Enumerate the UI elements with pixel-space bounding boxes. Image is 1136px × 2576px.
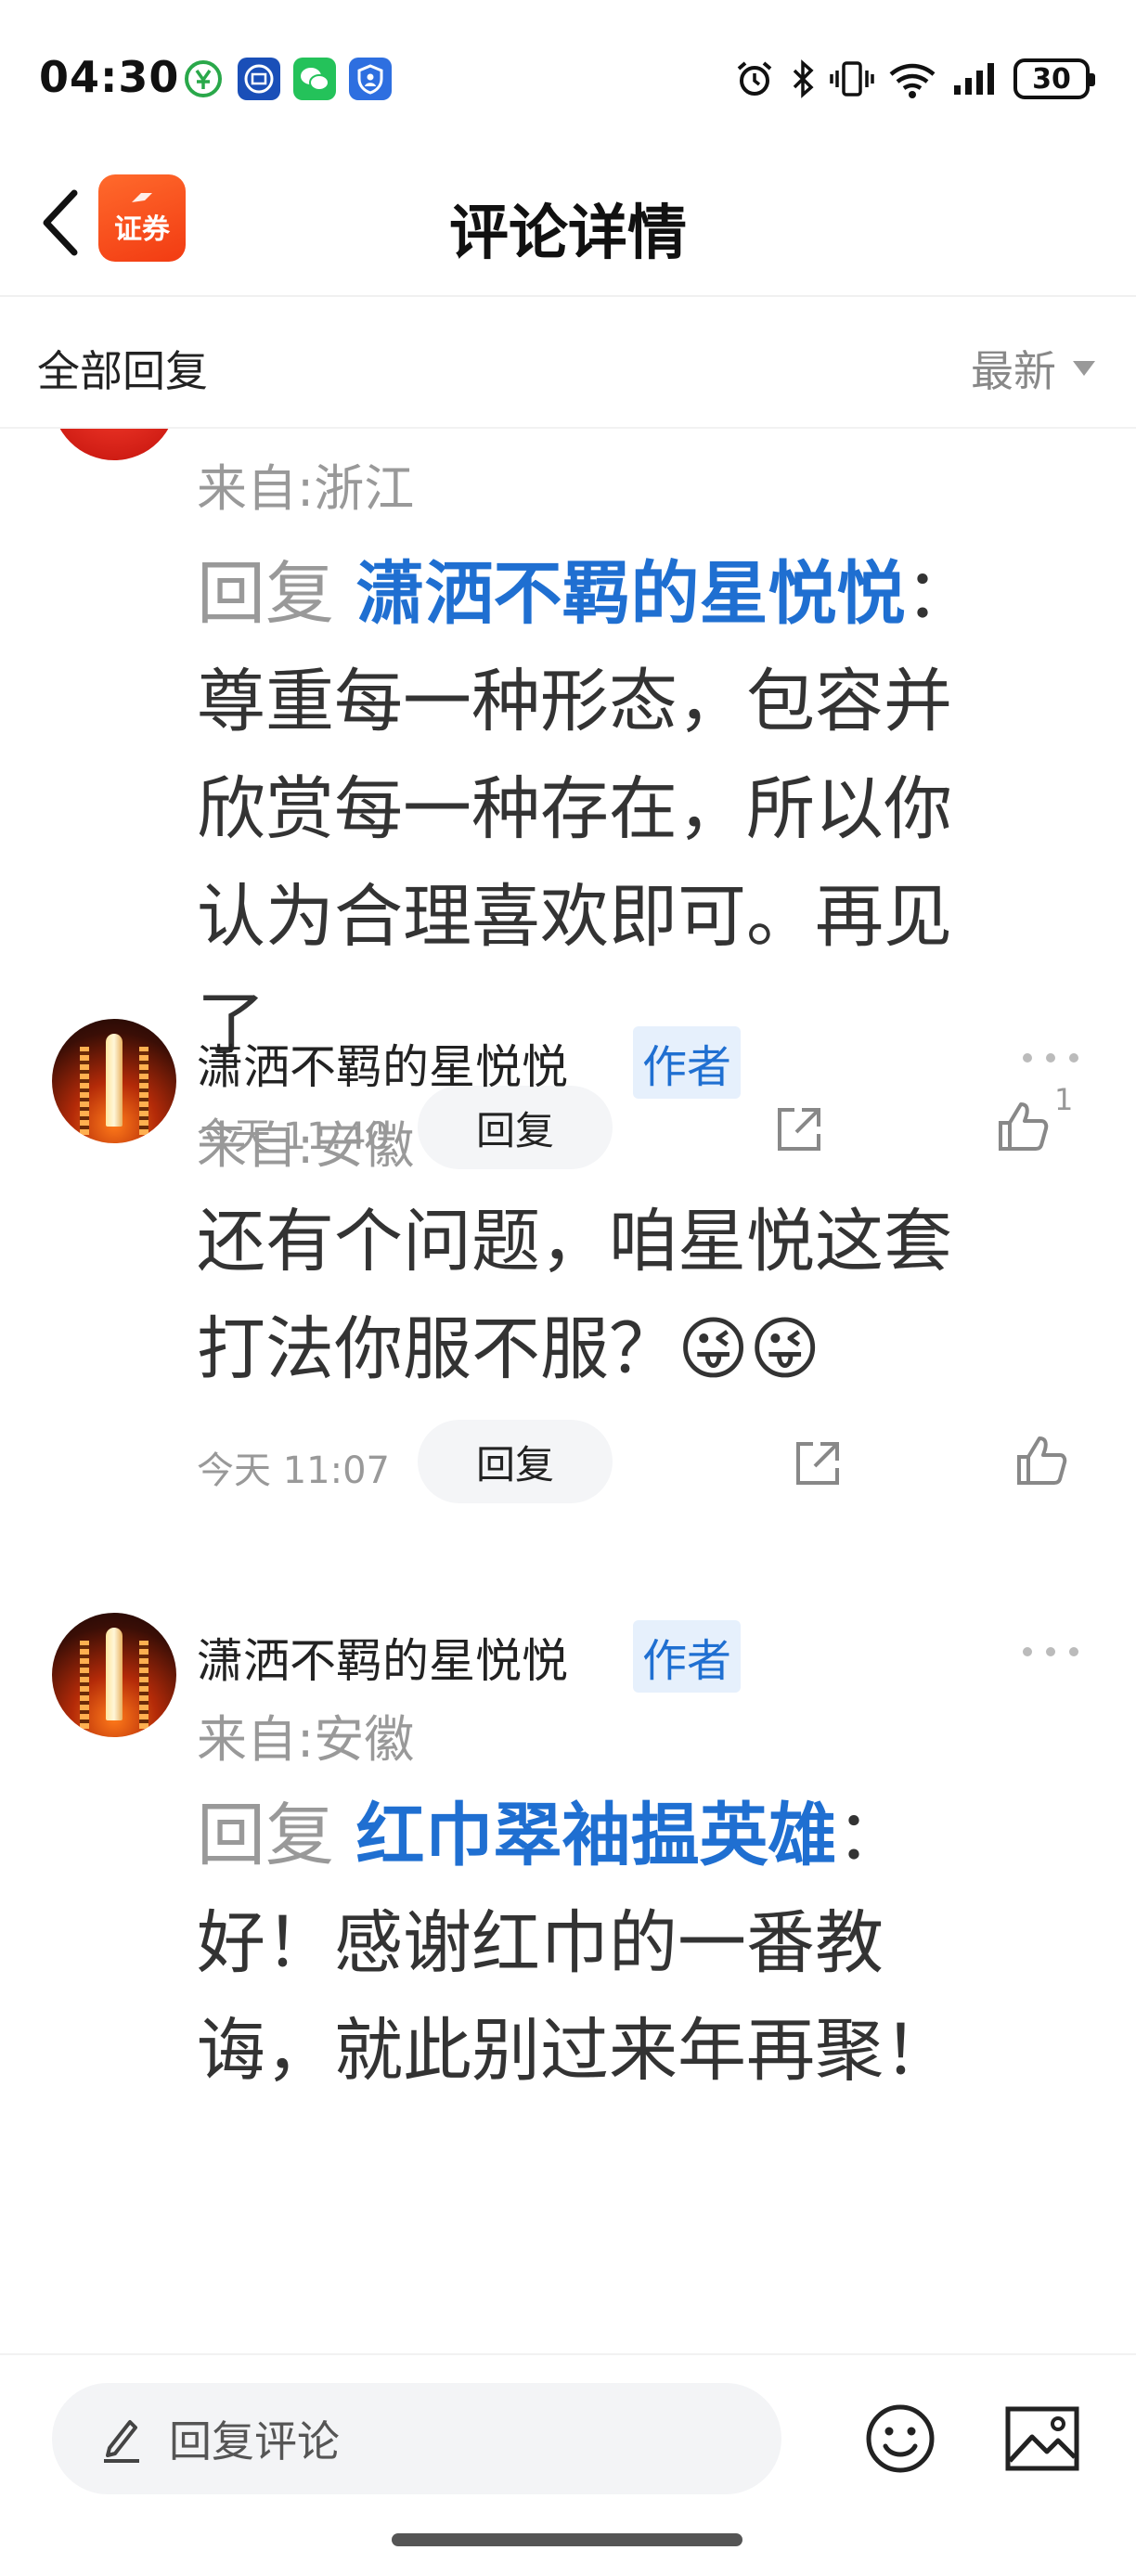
rocket-tower-shape <box>80 1641 89 1729</box>
thumbs-up-icon[interactable] <box>995 1099 1051 1154</box>
comment-line: 回复 潇洒不羁的星悦悦： <box>197 540 1051 648</box>
rocket-tower-shape <box>139 1641 148 1729</box>
reply-prefix: 回复 <box>197 554 334 634</box>
reply-button[interactable]: 回复 <box>418 1420 613 1503</box>
comment-body: 还有个问题，咱星悦这套 打法你服不服？😜😜 <box>197 1188 1051 1403</box>
reply-prefix: 回复 <box>197 1796 334 1875</box>
username[interactable]: 潇洒不羁的星悦悦 <box>197 1624 568 1691</box>
comment-line: 回复 红巾翠袖揾英雄： <box>197 1782 1051 1889</box>
status-bar: 04:30 30 <box>0 0 1136 148</box>
rocket-icon <box>106 1628 123 1720</box>
bank-notification-icon <box>238 58 280 100</box>
comment-meta: 今天 11:07 回复 <box>197 1420 1088 1503</box>
reply-target-link[interactable]: 红巾翠袖揾英雄 <box>356 1796 837 1875</box>
avatar[interactable] <box>52 429 176 460</box>
emoji-icon[interactable] <box>863 2402 937 2476</box>
comment-line: 尊重每一种形态，包容并 <box>197 662 952 741</box>
comment-line: 还有个问题，咱星悦这套 <box>197 1202 952 1282</box>
sort-bar: 全部回复 最新 <box>0 299 1136 429</box>
comment-line: 好！感谢红巾的一番教 <box>197 1903 884 1983</box>
wechat-notification-icon <box>293 58 336 100</box>
rocket-icon <box>106 1034 123 1127</box>
page-title: 评论详情 <box>449 200 687 268</box>
bottom-input-bar: 回复评论 <box>0 2353 1136 2576</box>
battery-indicator: 30 <box>1013 58 1095 99</box>
more-options-icon[interactable] <box>1023 1642 1078 1661</box>
reply-target-link[interactable]: 潇洒不羁的星悦悦 <box>356 554 906 634</box>
system-icons: 30 <box>733 58 1095 100</box>
avatar[interactable] <box>52 1613 176 1737</box>
comment-input[interactable]: 回复评论 <box>52 2383 781 2494</box>
all-replies-label: 全部回复 <box>37 346 208 396</box>
vibrate-icon <box>830 61 874 97</box>
author-tag: 作者 <box>633 1620 742 1693</box>
signal-icon <box>954 63 994 95</box>
reply-colon: ： <box>905 554 975 634</box>
rocket-tower-shape <box>139 1047 148 1135</box>
home-indicator[interactable] <box>392 2533 742 2546</box>
comment-line: 欣赏每一种存在，所以你 <box>197 769 952 849</box>
image-icon[interactable] <box>1004 2405 1080 2472</box>
reply-colon: ： <box>836 1796 906 1875</box>
username[interactable]: 潇洒不羁的星悦悦 <box>197 1030 568 1097</box>
security-notification-icon <box>349 58 392 100</box>
author-tag: 作者 <box>633 1026 742 1099</box>
avatar[interactable] <box>52 1019 176 1143</box>
comment-body: 回复 红巾翠袖揾英雄： 好！感谢红巾的一番教 诲，就此别过来年再聚！ <box>197 1782 1051 2105</box>
reply-button[interactable]: 回复 <box>418 1086 613 1169</box>
comment-line: 认为合理喜欢即可。再见 <box>197 877 952 957</box>
pencil-icon <box>104 2420 139 2463</box>
comment-feed[interactable]: 来自:浙江 回复 潇洒不羁的星悦悦： 尊重每一种形态，包容并 欣赏每一种存在，所… <box>0 429 1136 2350</box>
rocket-tower-shape <box>80 1047 89 1135</box>
thumbs-up-icon[interactable] <box>1013 1433 1069 1488</box>
wifi-icon <box>889 63 936 98</box>
nav-bar: 证券 评论详情 <box>0 148 1136 297</box>
sort-value: 最新 <box>971 346 1056 396</box>
more-options-icon[interactable] <box>1023 1049 1078 1067</box>
comment-input-placeholder: 回复评论 <box>169 2416 340 2467</box>
notification-icons <box>182 58 392 100</box>
comment-location: 来自:安徽 <box>197 1116 415 1175</box>
like-count: 1 <box>1054 1082 1074 1117</box>
share-icon[interactable] <box>791 1436 845 1490</box>
bank-app-notification-icon <box>182 58 225 100</box>
comment-line: 诲，就此别过来年再聚！ <box>197 2011 952 2091</box>
comment-body: 回复 潇洒不羁的星悦悦： 尊重每一种形态，包容并 欣赏每一种存在，所以你 认为合… <box>197 540 1051 1078</box>
alarm-icon <box>737 61 772 96</box>
comment-time: 今天 11:07 <box>197 1449 390 1492</box>
dropdown-arrow-icon <box>1073 361 1095 376</box>
comment-location: 来自:安徽 <box>197 1710 415 1769</box>
sort-dropdown[interactable]: 最新 <box>971 338 1095 399</box>
status-time: 04:30 <box>39 52 180 102</box>
bluetooth-icon <box>793 59 814 98</box>
comment-location: 来自:浙江 <box>197 459 415 518</box>
share-icon[interactable] <box>772 1102 826 1156</box>
comment-line: 打法你服不服？😜😜 <box>197 1309 821 1389</box>
